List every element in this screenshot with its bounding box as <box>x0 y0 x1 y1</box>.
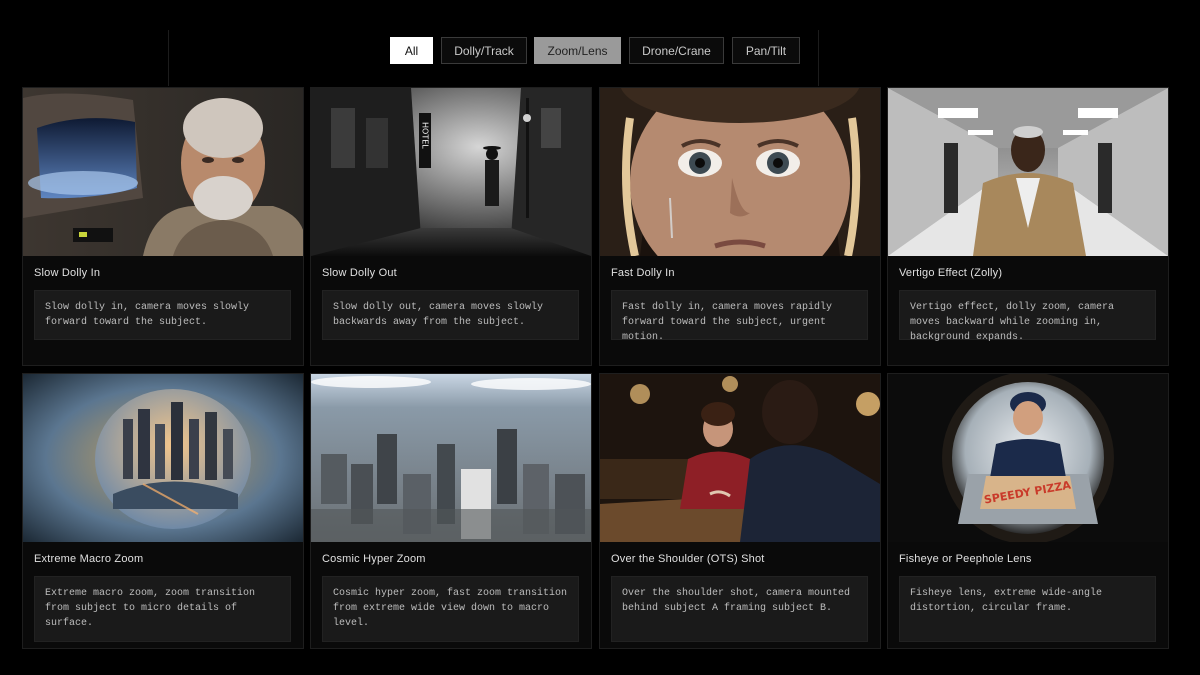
hotel-sign: HOTEL <box>421 122 430 149</box>
shot-thumbnail <box>600 374 880 542</box>
shot-thumbnail: HOTEL <box>311 88 591 256</box>
shot-description: Over the shoulder shot, camera mounted b… <box>611 576 868 642</box>
shot-card[interactable]: HOTEL Slow Dolly Out Slow dolly out, cam… <box>310 87 592 366</box>
shot-description: Fisheye lens, extreme wide-angle distort… <box>899 576 1156 642</box>
shot-title: Slow Dolly In <box>34 267 101 279</box>
shot-card[interactable]: Over the Shoulder (OTS) Shot Over the sh… <box>599 373 881 649</box>
shot-title: Cosmic Hyper Zoom <box>322 553 426 565</box>
shot-thumbnail <box>311 374 591 542</box>
filter-bar: All Dolly/Track Zoom/Lens Drone/Crane Pa… <box>0 37 1200 65</box>
shot-description: Slow dolly out, camera moves slowly back… <box>322 290 579 340</box>
shot-description: Fast dolly in, camera moves rapidly forw… <box>611 290 868 343</box>
shot-description: Cosmic hyper zoom, fast zoom transition … <box>322 576 579 642</box>
shot-thumbnail <box>23 88 303 256</box>
shot-title: Slow Dolly Out <box>322 267 397 279</box>
filter-dolly-track-button[interactable]: Dolly/Track <box>441 37 527 64</box>
shot-title: Vertigo Effect (Zolly) <box>899 267 1003 279</box>
shot-title: Over the Shoulder (OTS) Shot <box>611 553 765 565</box>
shot-title: Fisheye or Peephole Lens <box>899 553 1032 565</box>
filter-pan-tilt-button[interactable]: Pan/Tilt <box>732 37 800 64</box>
filter-all-button[interactable]: All <box>390 37 433 64</box>
shot-thumbnail <box>600 88 880 256</box>
shot-card[interactable]: Fast Dolly In Fast dolly in, camera move… <box>599 87 881 366</box>
shot-description: Slow dolly in, camera moves slowly forwa… <box>34 290 291 340</box>
shot-card[interactable]: SPEEDY PIZZA Fisheye or Peephole Lens Fi… <box>887 373 1169 649</box>
filter-drone-crane-button[interactable]: Drone/Crane <box>629 37 724 64</box>
shot-card[interactable]: Slow Dolly In Slow dolly in, camera move… <box>22 87 304 366</box>
shot-description: Vertigo effect, dolly zoom, camera moves… <box>899 290 1156 343</box>
shot-card[interactable]: Extreme Macro Zoom Extreme macro zoom, z… <box>22 373 304 649</box>
shot-thumbnail <box>23 374 303 542</box>
shot-title: Fast Dolly In <box>611 267 675 279</box>
shot-thumbnail <box>888 88 1168 256</box>
shot-description: Extreme macro zoom, zoom transition from… <box>34 576 291 642</box>
filter-zoom-lens-button[interactable]: Zoom/Lens <box>534 37 621 64</box>
shot-card[interactable]: Cosmic Hyper Zoom Cosmic hyper zoom, fas… <box>310 373 592 649</box>
shot-card[interactable]: Vertigo Effect (Zolly) Vertigo effect, d… <box>887 87 1169 366</box>
shot-title: Extreme Macro Zoom <box>34 553 144 565</box>
shot-thumbnail: SPEEDY PIZZA <box>888 374 1168 542</box>
